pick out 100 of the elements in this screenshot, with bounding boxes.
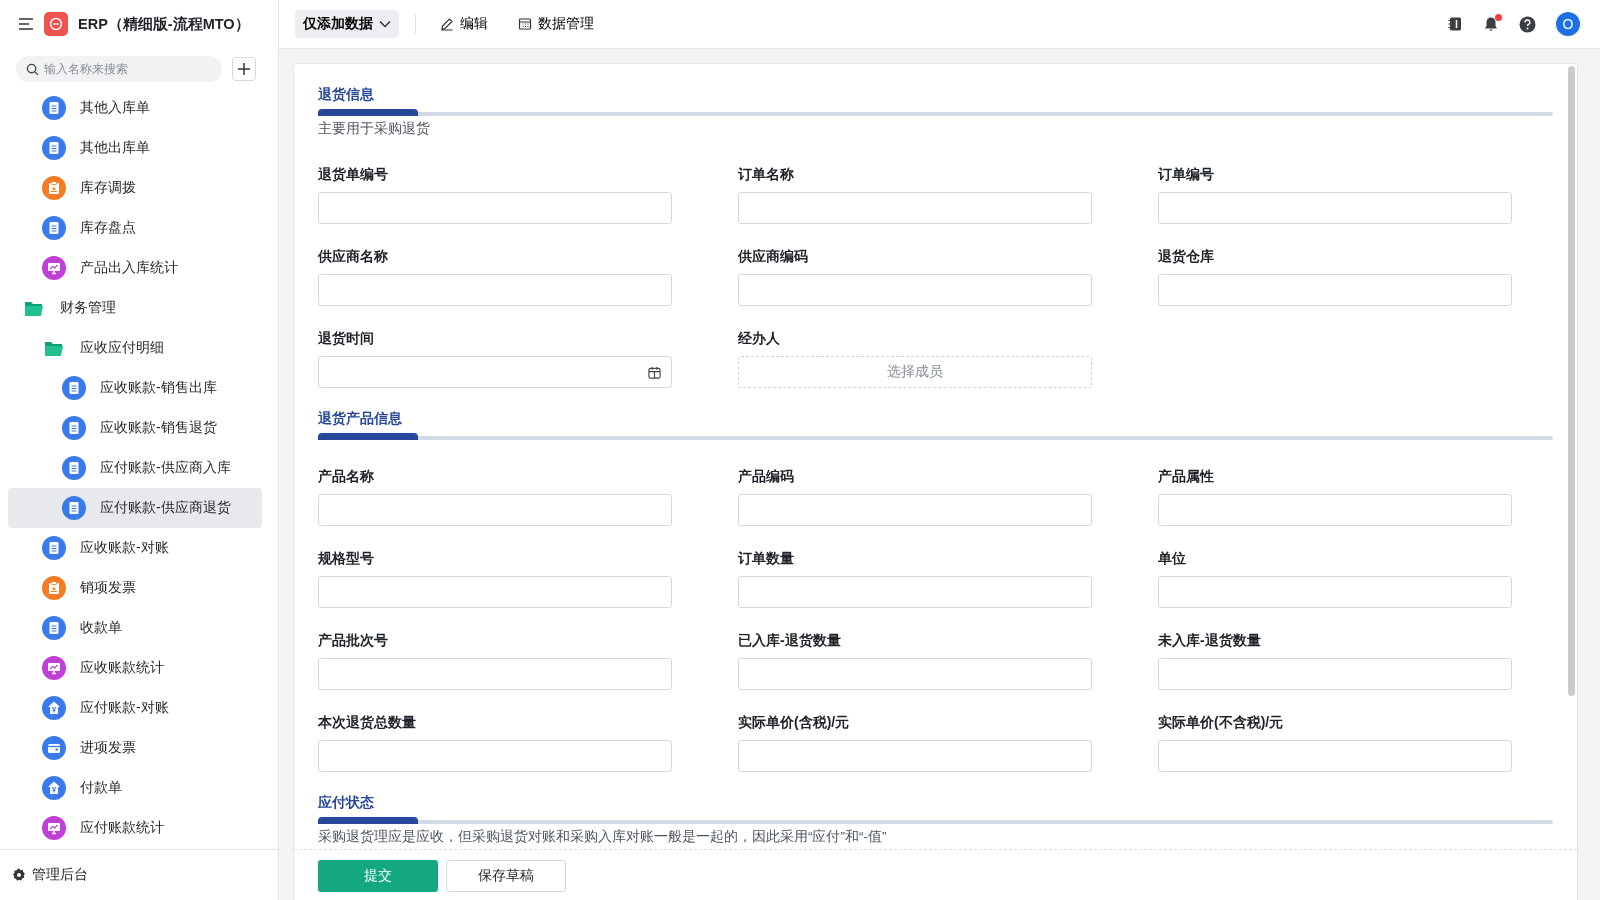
field-label: 产品编码 — [738, 467, 795, 486]
field-label: 未入库-退货数量 — [1158, 631, 1262, 650]
text-input-field[interactable] — [1158, 192, 1512, 224]
nav-item[interactable]: 库存调拨 — [8, 168, 262, 208]
nav-item[interactable]: 销项发票 — [8, 568, 262, 608]
document-icon — [42, 216, 66, 240]
search-field[interactable]: 输入名称来搜索 — [16, 56, 222, 82]
app-logo-icon — [44, 12, 68, 36]
folder-item[interactable]: 财务管理 — [8, 288, 262, 328]
nav-item[interactable]: 应付账款-供应商退货 — [8, 488, 262, 528]
nav-item[interactable]: 其他出库单 — [8, 128, 262, 168]
section-title: 退货产品信息 — [318, 410, 403, 428]
document-icon — [62, 376, 86, 400]
monitor-chart-icon — [42, 256, 66, 280]
field-label: 订单数量 — [738, 549, 795, 568]
yen-house-icon — [42, 696, 66, 720]
settings-icon[interactable] — [12, 868, 26, 882]
nav-item[interactable]: 应收账款统计 — [8, 648, 262, 688]
text-input-field[interactable] — [1158, 740, 1512, 772]
clipboard-icon — [42, 576, 66, 600]
section-title: 应付状态 — [318, 794, 375, 812]
text-input-field[interactable] — [738, 274, 1092, 306]
field-label: 实际单价(含税)/元 — [738, 713, 851, 732]
field-label: 供应商名称 — [318, 247, 389, 266]
text-input-field[interactable] — [1158, 658, 1512, 690]
nav-item[interactable]: 应付账款-对账 — [8, 688, 262, 728]
document-icon — [42, 136, 66, 160]
field-label: 产品名称 — [318, 467, 375, 486]
chevron-down-icon — [379, 20, 391, 28]
monitor-chart-icon — [42, 816, 66, 840]
field-label: 供应商编码 — [738, 247, 809, 266]
text-input-field[interactable] — [738, 192, 1092, 224]
text-input-field[interactable] — [1158, 274, 1512, 306]
notification-bell-icon[interactable] — [1483, 16, 1499, 32]
nav-item[interactable]: 收款单 — [8, 608, 262, 648]
search-icon — [26, 63, 39, 76]
calendar-icon[interactable] — [648, 365, 661, 379]
text-input-field[interactable] — [318, 576, 672, 608]
document-icon — [42, 536, 66, 560]
text-input-field[interactable] — [318, 494, 672, 526]
field-label: 退货时间 — [318, 329, 375, 348]
text-input-field[interactable] — [318, 192, 672, 224]
field-label: 本次退货总数量 — [318, 713, 417, 732]
text-input-field[interactable] — [738, 658, 1092, 690]
field-label: 产品属性 — [1158, 467, 1215, 486]
yen-house-icon — [42, 776, 66, 800]
nav-item[interactable]: 付款单 — [8, 768, 262, 808]
open-folder-icon — [44, 339, 64, 357]
text-input-field[interactable] — [1158, 576, 1512, 608]
nav-item[interactable]: 库存盘点 — [8, 208, 262, 248]
text-input-field[interactable] — [318, 740, 672, 772]
wallet-icon — [42, 736, 66, 760]
monitor-chart-icon — [42, 656, 66, 680]
document-icon — [42, 616, 66, 640]
text-input-field[interactable] — [738, 494, 1092, 526]
nav-item[interactable]: 应收账款-对账 — [8, 528, 262, 568]
text-input-field[interactable] — [738, 740, 1092, 772]
menu-icon[interactable] — [18, 17, 34, 31]
document-icon — [42, 96, 66, 120]
field-label: 规格型号 — [318, 549, 375, 568]
field-label: 退货单编号 — [318, 165, 389, 184]
field-label: 已入库-退货数量 — [738, 631, 842, 650]
open-folder-icon — [24, 299, 44, 317]
text-input-field[interactable] — [318, 274, 672, 306]
save-draft-button[interactable]: 保存草稿 — [446, 860, 566, 892]
nav-item[interactable]: 产品出入库统计 — [8, 248, 262, 288]
admin-link[interactable]: 管理后台 — [32, 866, 88, 884]
field-label: 实际单价(不含税)/元 — [1158, 713, 1285, 732]
text-input-field[interactable] — [318, 658, 672, 690]
notebook-icon[interactable] — [1447, 16, 1463, 32]
user-avatar[interactable]: O — [1556, 12, 1580, 36]
member-picker[interactable]: 选择成员 — [738, 356, 1092, 388]
field-label: 订单名称 — [738, 165, 795, 184]
nav-item[interactable]: 进项发票 — [8, 728, 262, 768]
field-label: 退货仓库 — [1158, 247, 1215, 266]
document-icon — [62, 456, 86, 480]
nav-item[interactable]: 其他入库单 — [8, 88, 262, 128]
text-input-field[interactable] — [738, 576, 1092, 608]
nav-item[interactable]: 应付账款统计 — [8, 808, 262, 848]
data-management-button[interactable]: 数据管理 — [510, 15, 602, 33]
table-icon — [518, 17, 532, 31]
text-input-field[interactable] — [1158, 494, 1512, 526]
section-description: 主要用于采购退货 — [318, 120, 431, 138]
help-icon[interactable] — [1519, 15, 1536, 33]
field-label: 产品批次号 — [318, 631, 389, 650]
nav-item[interactable]: 应收账款-销售出库 — [8, 368, 262, 408]
date-input-field[interactable] — [318, 356, 672, 388]
plus-icon — [237, 62, 251, 76]
folder-item[interactable]: 应收应付明细 — [8, 328, 262, 368]
field-label: 订单编号 — [1158, 165, 1215, 184]
add-button[interactable] — [232, 57, 256, 81]
nav-item[interactable]: 应收账款-销售退货 — [8, 408, 262, 448]
section-title: 退货信息 — [318, 86, 375, 104]
edit-button[interactable]: 编辑 — [432, 15, 496, 33]
section-description: 采购退货理应是应收，但采购退货对账和采购入库对账一般是一起的，因此采用“应付”和“-值” — [318, 828, 888, 846]
field-label: 单位 — [1158, 549, 1187, 568]
nav-item[interactable]: 应付账款-供应商入库 — [8, 448, 262, 488]
document-icon — [62, 496, 86, 520]
view-dropdown[interactable]: 仅添加数据 — [295, 10, 399, 38]
scrollbar[interactable] — [1568, 66, 1575, 696]
